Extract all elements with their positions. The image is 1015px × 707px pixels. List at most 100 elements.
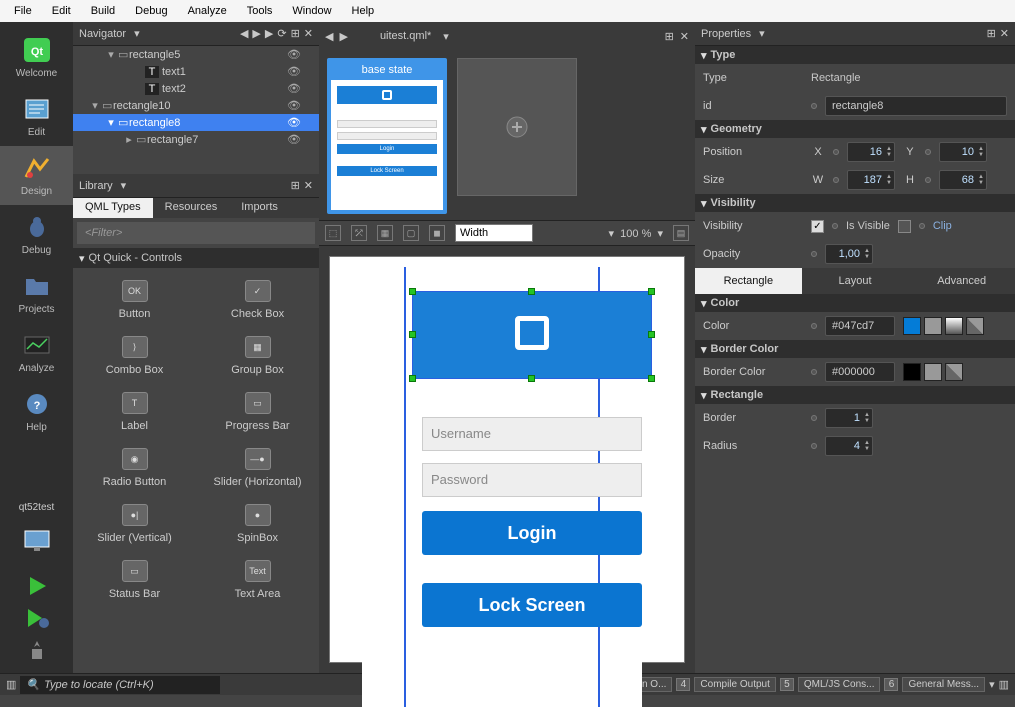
username-field[interactable]: Username <box>422 417 642 451</box>
binding-dot-icon[interactable] <box>925 149 931 155</box>
palette-button[interactable]: OKButton <box>73 272 196 328</box>
gradient-swatch[interactable] <box>945 317 963 335</box>
menu-tools[interactable]: Tools <box>237 2 283 20</box>
binding-dot-icon[interactable] <box>811 415 817 421</box>
visibility-icon[interactable]: 👁 <box>287 65 301 78</box>
mode-welcome[interactable]: Qt Welcome <box>0 28 73 87</box>
palette-statusbar[interactable]: ▭Status Bar <box>73 552 196 608</box>
tool-select-icon[interactable]: ⬚ <box>325 225 341 241</box>
resize-handle[interactable] <box>528 288 535 295</box>
tab-resources[interactable]: Resources <box>153 198 230 218</box>
nav-fwd-icon[interactable]: ▶ <box>252 27 260 40</box>
login-button[interactable]: Login <box>422 511 642 555</box>
menu-build[interactable]: Build <box>81 2 125 20</box>
tree-item[interactable]: ▾▭rectangle10👁 <box>73 97 319 114</box>
resize-handle[interactable] <box>409 375 416 382</box>
pane-num[interactable]: 5 <box>780 678 794 691</box>
color-swatch[interactable] <box>903 317 921 335</box>
mode-design[interactable]: Design <box>0 146 73 205</box>
color-swatch[interactable] <box>903 363 921 381</box>
palette-slider-v[interactable]: ●|Slider (Vertical) <box>73 496 196 552</box>
clip-checkbox[interactable] <box>898 220 911 233</box>
chevron-down-icon[interactable]: ▾ <box>134 27 140 40</box>
target-selector[interactable] <box>0 519 73 567</box>
locator-input[interactable]: 🔍 Type to locate (Ctrl+K) <box>20 676 220 694</box>
file-tab[interactable]: uitest.qml* <box>374 28 437 44</box>
palette-slider-h[interactable]: —●Slider (Horizontal) <box>196 440 319 496</box>
tool-fill-icon[interactable]: ◼ <box>429 225 445 241</box>
kit-selector[interactable]: qt52test <box>0 496 73 519</box>
h-spinbox[interactable]: 68▲▼ <box>939 170 987 190</box>
lock-screen-button[interactable]: Lock Screen <box>422 583 642 627</box>
tool-move-icon[interactable]: ⤱ <box>351 225 367 241</box>
solid-swatch[interactable] <box>924 363 942 381</box>
resize-handle[interactable] <box>648 331 655 338</box>
tool-misc-icon[interactable]: ▤ <box>673 225 689 241</box>
tree-item[interactable]: ▸▭rectangle7👁 <box>73 131 319 148</box>
visibility-icon[interactable]: 👁 <box>287 99 301 112</box>
w-spinbox[interactable]: 187▲▼ <box>847 170 895 190</box>
selected-rectangle[interactable] <box>412 291 652 379</box>
nav-back-icon[interactable]: ◀ <box>240 27 248 40</box>
menu-file[interactable]: File <box>4 2 42 20</box>
section-type[interactable]: ▾ Type <box>695 46 1015 64</box>
navigator-tree[interactable]: ▾▭rectangle5👁 Ttext1👁 Ttext2👁 ▾▭rectangl… <box>73 46 319 174</box>
pane-num[interactable]: 6 <box>884 678 898 691</box>
mode-help[interactable]: ? Help <box>0 382 73 441</box>
split-icon[interactable]: ⊞ <box>291 27 300 40</box>
password-field[interactable]: Password <box>422 463 642 497</box>
state-base[interactable]: base state Login Lock Screen <box>327 58 447 214</box>
pane-num[interactable]: 4 <box>676 678 690 691</box>
pane-qmljs[interactable]: QML/JS Cons... <box>798 677 881 692</box>
close-icon[interactable]: ✕ <box>304 179 313 192</box>
menu-help[interactable]: Help <box>342 2 385 20</box>
none-swatch[interactable] <box>945 363 963 381</box>
mode-debug-btn[interactable]: Debug <box>0 205 73 264</box>
radius-spinbox[interactable]: 4▲▼ <box>825 436 873 456</box>
close-icon[interactable]: ✕ <box>680 30 689 43</box>
tab-imports[interactable]: Imports <box>229 198 290 218</box>
section-border-color[interactable]: ▾ Border Color <box>695 340 1015 358</box>
section-rectangle[interactable]: ▾ Rectangle <box>695 386 1015 404</box>
split-icon[interactable]: ⊞ <box>291 179 300 192</box>
nav-refresh-icon[interactable]: ⟳ <box>277 27 286 40</box>
design-canvas[interactable]: Username Password Login Lock Screen <box>329 256 685 663</box>
resize-handle[interactable] <box>409 331 416 338</box>
palette-progressbar[interactable]: ▭Progress Bar <box>196 384 319 440</box>
menu-debug[interactable]: Debug <box>125 2 177 20</box>
palette-radiobutton[interactable]: ◉Radio Button <box>73 440 196 496</box>
chevron-down-icon[interactable]: ▾ <box>121 179 127 192</box>
section-geometry[interactable]: ▾ Geometry <box>695 120 1015 138</box>
add-state-button[interactable] <box>457 58 577 196</box>
x-spinbox[interactable]: 16▲▼ <box>847 142 895 162</box>
tool-snap-icon[interactable]: ▦ <box>377 225 393 241</box>
tab-qml-types[interactable]: QML Types <box>73 198 153 218</box>
menu-analyze[interactable]: Analyze <box>178 2 237 20</box>
tree-item-selected[interactable]: ▾▭rectangle8👁 <box>73 114 319 131</box>
menu-window[interactable]: Window <box>282 2 341 20</box>
mode-projects[interactable]: Projects <box>0 264 73 323</box>
resize-handle[interactable] <box>648 375 655 382</box>
visibility-icon[interactable]: 👁 <box>287 48 301 61</box>
chevron-down-icon[interactable]: ▾ <box>443 30 449 43</box>
library-filter[interactable]: <Filter> <box>77 222 315 244</box>
toggle-right-icon[interactable]: ▥ <box>999 678 1009 691</box>
run-button[interactable] <box>26 575 48 597</box>
palette-combobox[interactable]: ⟩Combo Box <box>73 328 196 384</box>
nav-back-icon[interactable]: ◀ <box>325 30 333 43</box>
split-icon[interactable]: ⊞ <box>987 27 996 40</box>
chevron-down-icon[interactable]: ▾ <box>989 678 995 691</box>
binding-dot-icon[interactable] <box>833 149 839 155</box>
tab-advanced[interactable]: Advanced <box>908 268 1015 294</box>
nav-fwd-icon[interactable]: ▶ <box>339 30 347 43</box>
border-spinbox[interactable]: 1▲▼ <box>825 408 873 428</box>
palette-textarea[interactable]: TextText Area <box>196 552 319 608</box>
close-icon[interactable]: ✕ <box>304 27 313 40</box>
binding-dot-icon[interactable] <box>919 223 925 229</box>
tree-item[interactable]: ▾▭rectangle5👁 <box>73 46 319 63</box>
palette-label[interactable]: TLabel <box>73 384 196 440</box>
mode-analyze[interactable]: Analyze <box>0 323 73 382</box>
section-color[interactable]: ▾ Color <box>695 294 1015 312</box>
resize-handle[interactable] <box>648 288 655 295</box>
palette-groupbox[interactable]: ▦Group Box <box>196 328 319 384</box>
